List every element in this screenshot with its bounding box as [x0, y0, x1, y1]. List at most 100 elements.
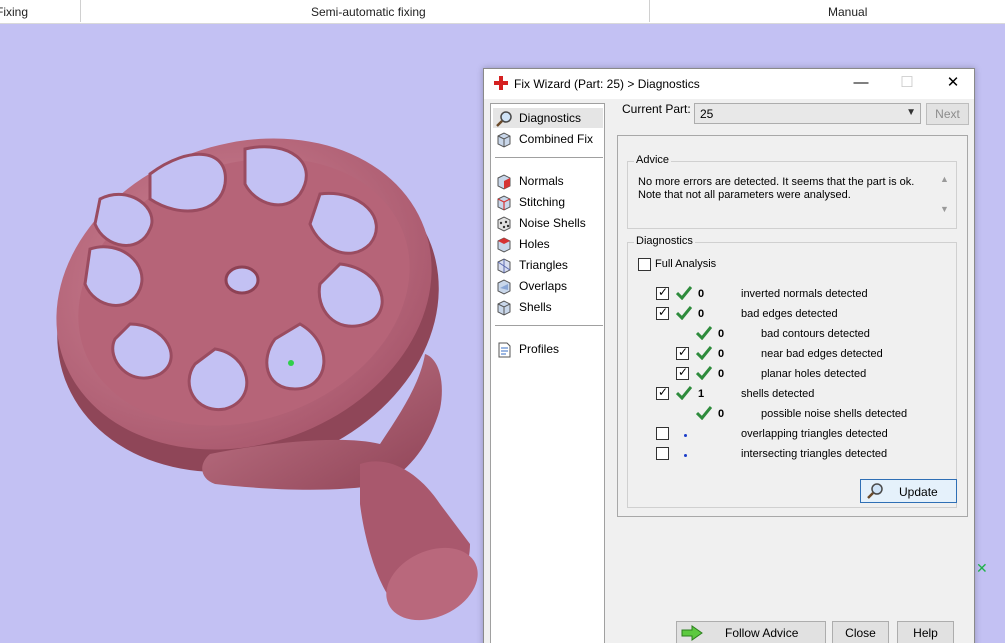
nav-item-label: Overlaps	[519, 279, 568, 293]
maximize-button[interactable]: ☐	[884, 69, 930, 99]
nav-item-label: Stitching	[519, 195, 566, 209]
diagnostic-checkbox[interactable]	[676, 345, 689, 360]
overlaps-icon	[497, 279, 511, 295]
diagnostic-label: possible noise shells detected	[761, 408, 908, 420]
diagnostic-label: bad contours detected	[761, 328, 870, 340]
nav-item-holes[interactable]: Holes	[493, 234, 603, 254]
noise-shells-icon	[497, 216, 511, 232]
diagnostic-row: intersecting triangles detected	[628, 447, 948, 465]
diagnostic-label: inverted normals detected	[741, 288, 868, 300]
nav-item-label: Profiles	[519, 342, 560, 356]
holes-cube-icon	[497, 237, 511, 253]
document-icon	[498, 342, 511, 358]
ribbon-separator	[649, 0, 650, 22]
nav-item-triangles[interactable]: Triangles	[493, 255, 603, 275]
diagnostic-checkbox[interactable]	[676, 365, 689, 380]
minimize-button[interactable]: —	[838, 69, 884, 99]
advice-scrollbar[interactable]: ▲ ▼	[938, 174, 952, 220]
ribbon-group-manual: Manual	[828, 5, 868, 19]
green-check-icon	[696, 346, 712, 360]
diagnostic-label: overlapping triangles detected	[741, 428, 888, 440]
red-cross-icon	[494, 76, 508, 90]
scroll-up-icon[interactable]: ▲	[940, 174, 949, 184]
diagnostic-label: planar holes detected	[761, 368, 867, 380]
diagnostic-count: 0	[698, 308, 705, 320]
nav-item-label: Diagnostics	[519, 111, 582, 125]
diagnostic-count: 0	[718, 328, 725, 340]
nav-item-diagnostics[interactable]: Diagnostics	[493, 108, 603, 128]
next-button[interactable]: Next	[926, 103, 969, 125]
nav-item-noise-shells[interactable]: Noise Shells	[493, 213, 603, 233]
green-arrow-icon	[681, 625, 703, 641]
close-window-button[interactable]: ✕	[930, 69, 976, 99]
nav-divider	[495, 157, 603, 158]
pending-dot-icon	[684, 454, 687, 457]
diagnostic-checkbox[interactable]	[656, 285, 669, 300]
ribbon-bar: Fixing Semi-automatic fixing Manual	[0, 0, 1005, 24]
shells-icon	[497, 300, 511, 316]
nav-item-shells[interactable]: Shells	[493, 297, 603, 317]
chevron-down-icon: ▼	[906, 107, 916, 118]
diagnostics-group: Diagnostics Full Analysis 0 inverted norm…	[627, 235, 957, 508]
current-part-select[interactable]: 25 ▼	[694, 103, 921, 124]
nav-item-profiles[interactable]: Profiles	[493, 339, 603, 359]
green-check-icon	[676, 286, 692, 300]
diagnostic-checkbox[interactable]	[656, 385, 669, 400]
normals-cube-icon	[497, 174, 511, 190]
close-button[interactable]: Close	[832, 621, 889, 643]
stitching-cube-icon	[497, 195, 511, 211]
cube-icon	[497, 132, 511, 148]
diagnostic-label: intersecting triangles detected	[741, 448, 888, 460]
full-analysis-label: Full Analysis	[655, 258, 717, 270]
diagnostic-count: 1	[698, 388, 705, 400]
current-part-label: Current Part:	[622, 102, 691, 116]
nav-item-label: Triangles	[519, 258, 568, 272]
ribbon-group-fixing: Fixing	[0, 5, 29, 19]
nav-item-combined-fix[interactable]: Combined Fix	[493, 129, 603, 149]
diagnostic-label: near bad edges detected	[761, 348, 883, 360]
diagnostic-row: 0 near bad edges detected	[628, 345, 948, 365]
magnifier-icon	[496, 111, 512, 127]
help-button[interactable]: Help	[897, 621, 954, 643]
diagnostic-row: 0 bad edges detected	[628, 305, 948, 325]
diagnostic-row: 0 planar holes detected	[628, 365, 948, 385]
nav-item-stitching[interactable]: Stitching	[493, 192, 603, 212]
diagnostic-count: 0	[718, 408, 725, 420]
wizard-nav: Diagnostics Combined Fix Normals Stitchi…	[490, 103, 605, 643]
nav-item-normals[interactable]: Normals	[493, 171, 603, 191]
nav-item-label: Holes	[519, 237, 550, 251]
scroll-down-icon[interactable]: ▼	[940, 204, 949, 214]
green-check-icon	[696, 406, 712, 420]
diagnostic-row: 0 inverted normals detected	[628, 285, 948, 305]
ribbon-separator	[80, 0, 81, 22]
fix-wizard-dialog: Fix Wizard (Part: 25) > Diagnostics — ☐ …	[483, 68, 975, 643]
green-check-icon	[696, 326, 712, 340]
update-button[interactable]: Update	[860, 479, 957, 503]
diagnostics-panel: Advice No more errors are detected. It s…	[617, 135, 968, 517]
follow-advice-label: Follow Advice	[725, 626, 799, 640]
advice-text: No more errors are detected. It seems th…	[638, 176, 915, 201]
advice-group: Advice No more errors are detected. It s…	[627, 154, 957, 229]
diagnostic-row: 0 possible noise shells detected	[628, 406, 948, 425]
full-analysis-checkbox[interactable]	[638, 258, 651, 271]
nav-item-label: Shells	[519, 300, 552, 314]
diagnostics-title: Diagnostics	[634, 235, 695, 247]
nav-item-label: Normals	[519, 174, 564, 188]
diagnostic-row: overlapping triangles detected	[628, 427, 948, 445]
diagnostic-label: bad edges detected	[741, 308, 838, 320]
diagnostic-count: 0	[698, 288, 705, 300]
follow-advice-button[interactable]: Follow Advice	[676, 621, 826, 643]
magnifier-icon	[867, 483, 883, 499]
diagnostic-checkbox[interactable]	[656, 427, 669, 440]
ribbon-group-semi-automatic-fixing: Semi-automatic fixing	[311, 5, 426, 19]
nav-item-overlaps[interactable]: Overlaps	[493, 276, 603, 296]
diagnostic-label: shells detected	[741, 388, 815, 400]
green-check-icon	[676, 386, 692, 400]
diagnostic-checkbox[interactable]	[656, 447, 669, 460]
dialog-titlebar[interactable]: Fix Wizard (Part: 25) > Diagnostics — ☐ …	[484, 69, 974, 99]
dialog-title: Fix Wizard (Part: 25) > Diagnostics	[514, 77, 700, 91]
current-part-value: 25	[700, 107, 714, 121]
advice-title: Advice	[634, 154, 672, 166]
update-label: Update	[899, 485, 938, 499]
diagnostic-checkbox[interactable]	[656, 305, 669, 320]
